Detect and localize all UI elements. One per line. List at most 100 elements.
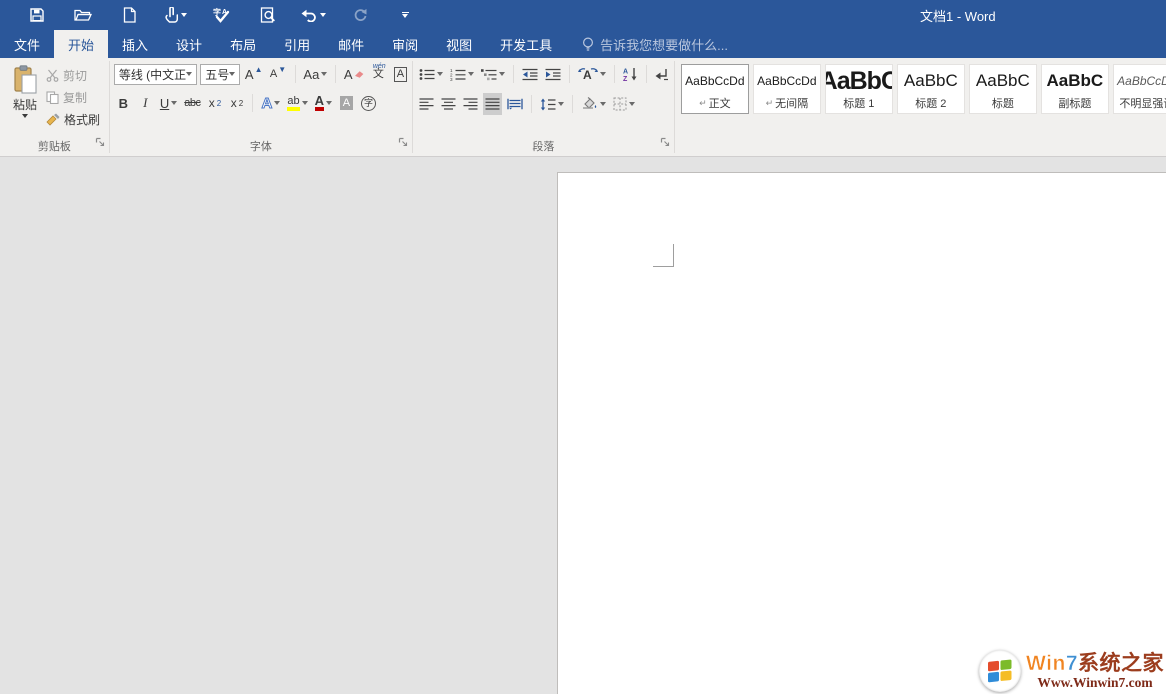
spelling-grammar-button[interactable]: 字A	[198, 3, 244, 27]
tab-file[interactable]: 文件	[0, 30, 54, 58]
new-document-button[interactable]	[106, 3, 152, 27]
save-button[interactable]	[14, 3, 60, 27]
subscript-button[interactable]: x2	[205, 92, 224, 114]
underline-glyph: U	[160, 96, 169, 111]
show-hide-marks-button[interactable]	[653, 63, 672, 85]
grow-arrow: ▲	[255, 65, 263, 74]
pilcrow-mark: ↵	[766, 98, 774, 109]
phonetic-guide-button[interactable]: wén文	[369, 63, 388, 85]
style-sample: AaBbC	[826, 67, 892, 95]
borders-button[interactable]	[611, 93, 637, 115]
tab-layout[interactable]: 布局	[216, 30, 270, 58]
distribute-icon	[507, 98, 523, 110]
tab-mailings[interactable]: 邮件	[324, 30, 378, 58]
strikethrough-button[interactable]: abc	[182, 92, 202, 114]
shrink-arrow: ▼	[278, 65, 286, 74]
enclose-characters-button[interactable]: 字	[359, 92, 378, 114]
increase-indent-button[interactable]	[543, 63, 563, 85]
superscript-button[interactable]: x2	[227, 92, 246, 114]
tab-references[interactable]: 引用	[270, 30, 324, 58]
undo-button[interactable]	[290, 3, 336, 27]
style-heading-1[interactable]: AaBbC 标题 1	[825, 64, 893, 114]
style-label: 标题	[970, 95, 1036, 111]
font-color-button[interactable]: A	[313, 92, 334, 114]
group-paragraph: 123 A AZ	[413, 58, 674, 156]
text-boundary-corner-mark	[653, 244, 674, 267]
watermark: Win7系统之家 Www.Winwin7.com	[979, 650, 1164, 692]
bold-button[interactable]: B	[114, 92, 133, 114]
cut-button[interactable]: 剪切	[46, 64, 100, 86]
character-shading-button[interactable]: A	[337, 92, 356, 114]
italic-button[interactable]: I	[136, 92, 155, 114]
font-size-combobox[interactable]: 五号	[200, 64, 240, 85]
styles-gallery: AaBbCcDd ↵正文 AaBbCcDd ↵无间隔 AaBbC 标题 1 Aa…	[681, 64, 1166, 114]
redo-icon	[352, 8, 367, 23]
cut-label: 剪切	[63, 67, 87, 84]
style-title[interactable]: AaBbC 标题	[969, 64, 1037, 114]
open-button[interactable]	[60, 3, 106, 27]
align-right-button[interactable]	[461, 93, 480, 115]
bullets-button[interactable]	[417, 63, 445, 85]
clipboard-dialog-launcher[interactable]	[95, 134, 105, 152]
text-highlight-button[interactable]: ab	[285, 92, 309, 114]
align-left-icon	[419, 98, 434, 110]
style-no-spacing[interactable]: AaBbCcDd ↵无间隔	[753, 64, 821, 114]
shrink-font-button[interactable]: A▼	[268, 63, 289, 85]
tab-review[interactable]: 审阅	[378, 30, 432, 58]
underline-button[interactable]: U	[158, 92, 179, 114]
scissors-icon	[46, 69, 59, 82]
customize-quick-access-button[interactable]	[382, 3, 428, 27]
change-case-button[interactable]: Aa	[302, 63, 329, 85]
character-border-button[interactable]: A	[391, 63, 410, 85]
format-painter-button[interactable]: 格式刷	[46, 108, 100, 130]
touch-mode-dropdown-caret	[181, 13, 187, 17]
numbered-list-icon: 123	[450, 68, 466, 81]
mini-separator	[513, 65, 514, 83]
grow-font-button[interactable]: A▲	[243, 63, 265, 85]
style-label: 标题 2	[898, 95, 964, 111]
document-page[interactable]	[557, 172, 1166, 694]
font-name-combobox[interactable]: 等线 (中文正文	[114, 64, 197, 85]
numbering-button[interactable]: 123	[448, 63, 476, 85]
distribute-button[interactable]	[505, 93, 525, 115]
copy-button[interactable]: 复制	[46, 86, 100, 108]
paragraph-dialog-launcher[interactable]	[660, 134, 670, 152]
tab-developer[interactable]: 开发工具	[486, 30, 566, 58]
font-dialog-launcher[interactable]	[398, 134, 408, 152]
align-left-button[interactable]	[417, 93, 436, 115]
style-sample: AaBbCcDd	[754, 67, 820, 95]
mini-separator	[295, 65, 296, 83]
decrease-indent-button[interactable]	[520, 63, 540, 85]
print-preview-button[interactable]	[244, 3, 290, 27]
multilevel-list-button[interactable]	[479, 63, 507, 85]
redo-button-disabled[interactable]	[336, 3, 382, 27]
tell-me-box[interactable]: 告诉我您想要做什么...	[582, 30, 728, 58]
style-heading-2[interactable]: AaBbC 标题 2	[897, 64, 965, 114]
style-label: 不明显强调	[1114, 95, 1166, 111]
touch-mouse-mode-button[interactable]	[152, 3, 198, 27]
tab-insert[interactable]: 插入	[108, 30, 162, 58]
asian-layout-button[interactable]: A	[576, 63, 608, 85]
tab-design[interactable]: 设计	[162, 30, 216, 58]
format-painter-label: 格式刷	[64, 111, 100, 128]
style-normal[interactable]: AaBbCcDd ↵正文	[681, 64, 749, 114]
clear-formatting-glyph: A	[344, 67, 353, 82]
shading-button[interactable]	[579, 93, 608, 115]
text-effects-button[interactable]: A	[259, 92, 282, 114]
align-center-button[interactable]	[439, 93, 458, 115]
window-title: 文档1 - Word	[920, 0, 996, 30]
paint-bucket-icon	[581, 97, 598, 111]
paste-button[interactable]: 粘贴	[4, 63, 46, 136]
justify-button-selected[interactable]	[483, 93, 502, 115]
svg-text:3: 3	[450, 77, 453, 81]
sort-button[interactable]: AZ	[621, 63, 640, 85]
style-subtle-emphasis[interactable]: AaBbCcDd 不明显强调	[1113, 64, 1166, 114]
clear-formatting-button[interactable]: A	[342, 63, 366, 85]
mini-separator	[572, 95, 573, 113]
line-spacing-button[interactable]	[538, 93, 566, 115]
copy-icon	[46, 91, 59, 104]
tab-home[interactable]: 开始	[54, 30, 108, 58]
style-subtitle[interactable]: AaBbC 副标题	[1041, 64, 1109, 114]
tab-view[interactable]: 视图	[432, 30, 486, 58]
change-case-glyph: Aa	[303, 67, 319, 82]
